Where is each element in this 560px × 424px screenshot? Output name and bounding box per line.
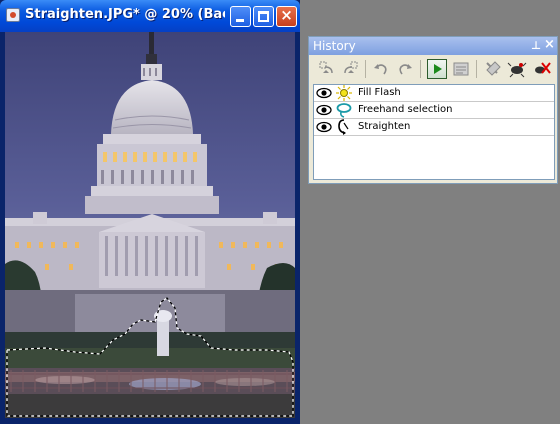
undo-icon[interactable] <box>371 59 391 79</box>
document-bottom-border <box>5 418 295 424</box>
history-palette: History ⊥ × Fill Flash Freehand selectio… <box>308 36 558 184</box>
history-item[interactable]: Straighten <box>314 119 554 136</box>
minimize-button[interactable] <box>230 6 251 27</box>
palette-close-icon[interactable]: × <box>544 37 555 52</box>
close-icon: × <box>280 6 293 24</box>
image-document-window: Straighten.JPG* @ 20% (Bac... × <box>0 0 300 424</box>
quickscript-icon[interactable] <box>451 59 471 79</box>
maximize-button[interactable] <box>253 6 274 27</box>
pin-icon[interactable]: ⊥ <box>531 39 541 52</box>
document-icon[interactable] <box>6 8 20 22</box>
minimize-icon <box>236 19 244 22</box>
history-item-label: Straighten <box>358 121 411 132</box>
history-title: History <box>313 39 356 53</box>
history-item-label: Fill Flash <box>358 87 401 98</box>
eye-icon[interactable] <box>316 87 332 99</box>
history-title-bar[interactable]: History ⊥ × <box>309 37 557 55</box>
close-button[interactable]: × <box>276 6 297 27</box>
maximize-icon <box>258 11 269 22</box>
delete-steps-icon[interactable] <box>507 59 527 79</box>
fill-flash-icon <box>336 85 352 101</box>
redo-to-selected-icon[interactable] <box>340 59 360 79</box>
command-history-play-icon[interactable] <box>427 59 447 79</box>
history-item-label: Freehand selection <box>358 104 453 115</box>
history-item[interactable]: Fill Flash <box>314 85 554 102</box>
redo-icon[interactable] <box>395 59 415 79</box>
freehand-selection-icon <box>336 103 352 118</box>
document-title: Straighten.JPG* @ 20% (Bac... <box>25 7 225 22</box>
toolbar-separator <box>420 60 421 78</box>
remove-icon[interactable] <box>531 59 551 79</box>
history-item[interactable]: Freehand selection <box>314 102 554 119</box>
toolbar-separator <box>476 60 477 78</box>
clear-history-icon[interactable] <box>483 59 503 79</box>
capitol-photo <box>5 32 295 418</box>
eye-icon[interactable] <box>316 121 332 133</box>
toolbar-separator <box>365 60 366 78</box>
image-canvas[interactable] <box>5 32 295 418</box>
eye-icon[interactable] <box>316 104 332 116</box>
undo-to-selected-icon[interactable] <box>317 59 337 79</box>
straighten-icon <box>338 119 349 135</box>
history-toolbar <box>309 56 557 82</box>
history-list: Fill Flash Freehand selection Straighten <box>313 84 555 180</box>
document-title-bar[interactable]: Straighten.JPG* @ 20% (Bac... × <box>0 0 300 32</box>
